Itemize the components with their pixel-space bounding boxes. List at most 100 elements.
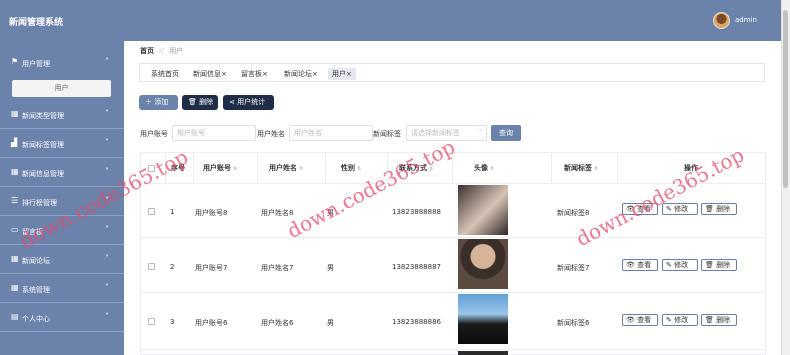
eye-icon: 👁 [626, 261, 638, 269]
column-header-account[interactable]: 用户账号 ⇅ [203, 153, 237, 183]
chevron-down-icon: ˅ [105, 138, 109, 147]
share-icon: ⋖ [229, 98, 238, 106]
sidebar-item-user-management[interactable]: ⚑ 用户管理 ˄ [0, 49, 124, 77]
app-title: 新闻管理系统 [9, 18, 64, 28]
edit-button[interactable]: ✎ 修改 [662, 259, 698, 271]
tag-filter-label: 新闻标签 [373, 130, 401, 138]
breadcrumb-home[interactable]: 首页 [140, 47, 154, 55]
avatar-image [458, 351, 508, 355]
row-checkbox[interactable] [148, 208, 155, 215]
row-gender: 男 [327, 264, 334, 272]
column-header-avatar[interactable]: 头像 ⇅ [474, 153, 494, 183]
list-icon: ☰ [11, 196, 19, 205]
edit-icon: ✎ [666, 316, 675, 324]
breadcrumb: 首页 // 用户 [140, 46, 183, 56]
name-filter-input[interactable]: 用户姓名 [289, 125, 373, 141]
chevron-down-icon: ˅ [105, 254, 109, 263]
sidebar-item-label: 个人中心 [22, 315, 50, 323]
sort-icon[interactable]: ⇅ [233, 166, 237, 172]
row-account: 用户账号7 [195, 264, 228, 272]
account-filter-label: 用户账号 [140, 130, 168, 138]
row-tag: 新闻标签7 [557, 264, 590, 272]
user-stats-button[interactable]: ⋖ 用户统计 [223, 95, 274, 110]
row-index: 1 [170, 208, 175, 216]
trash-icon: 🗑 [188, 98, 200, 106]
close-icon[interactable]: × [346, 70, 352, 78]
column-header-tag[interactable]: 新闻标签 ⇅ [564, 153, 598, 183]
search-button[interactable]: 查询 [491, 125, 521, 141]
edit-button[interactable]: ✎ 修改 [662, 314, 698, 326]
row-phone: 13823888888 [392, 208, 441, 216]
sidebar-subitem-user[interactable]: 用户 [12, 80, 111, 97]
tab-message-board[interactable]: 留言板× [241, 68, 268, 80]
delete-row-button[interactable]: 🗑 删除 [701, 259, 737, 271]
close-icon[interactable]: × [262, 70, 268, 78]
row-phone: 13823888886 [392, 318, 441, 326]
tabs-bar: 系统首页 新闻信息× 留言板× 新闻论坛× 用户× [139, 63, 765, 82]
chevron-down-icon: ˅ [105, 109, 109, 118]
sort-icon[interactable]: ⇅ [357, 166, 361, 172]
sidebar-item-news-info[interactable]: ▦ 新闻信息管理 ˅ [0, 159, 124, 187]
view-button[interactable]: 👁 查看 [622, 259, 658, 271]
sidebar-item-news-type[interactable]: ▦ 新闻类型管理 ˅ [0, 101, 124, 129]
add-button[interactable]: ＋ 添加 [139, 95, 178, 110]
sidebar-item-profile[interactable]: ▤ 个人中心 ˅ [0, 304, 124, 332]
grid-icon: ▦ [11, 283, 19, 292]
page-scrollbar-thumb[interactable] [783, 10, 788, 188]
sidebar-item-news-tag[interactable]: ▟ 新闻标签管理 ˅ [0, 130, 124, 158]
chevron-down-icon: ˅ [105, 312, 109, 321]
row-account: 用户账号6 [195, 319, 228, 327]
eye-icon: 👁 [626, 316, 638, 324]
row-name: 用户姓名6 [261, 319, 294, 327]
trash-icon: 🗑 [705, 205, 717, 213]
column-header-name[interactable]: 用户姓名 ⇅ [269, 153, 303, 183]
plus-icon: ＋ [145, 98, 155, 106]
top-header: 新闻管理系统 admin [0, 0, 781, 41]
sort-icon[interactable]: ⇅ [299, 166, 303, 172]
trash-icon: 🗑 [705, 316, 717, 324]
row-tag: 新闻标签6 [557, 319, 590, 327]
close-icon[interactable]: × [312, 70, 318, 78]
grid-icon: ▦ [11, 109, 19, 118]
sidebar-item-label: 新闻论坛 [22, 257, 50, 265]
sort-icon[interactable]: ⇅ [490, 166, 494, 172]
avatar-image [458, 185, 508, 235]
avatar-image [458, 239, 508, 289]
sidebar-item-label: 排行榜管理 [22, 199, 57, 207]
close-icon[interactable]: × [221, 70, 227, 78]
sidebar-item-forum[interactable]: ▦ 新闻论坛 ˅ [0, 246, 124, 274]
sidebar-item-label: 系统管理 [22, 286, 50, 294]
row-tag: 新闻标签8 [557, 209, 590, 217]
sidebar-item-system[interactable]: ▦ 系统管理 ˅ [0, 275, 124, 303]
row-name: 用户姓名8 [261, 209, 294, 217]
column-header-gender[interactable]: 性别 ⇅ [341, 153, 361, 183]
row-checkbox[interactable] [148, 263, 155, 270]
grid-icon: ▦ [11, 167, 19, 176]
user-name[interactable]: admin [735, 16, 757, 24]
trash-icon: 🗑 [705, 261, 717, 269]
row-checkbox[interactable] [148, 318, 155, 325]
account-filter-input[interactable]: 用户账号 [172, 125, 256, 141]
chevron-down-icon: ˅ [105, 283, 109, 292]
flag-icon: ⚑ [11, 57, 19, 66]
breadcrumb-separator: // [159, 47, 164, 55]
tab-user[interactable]: 用户× [328, 68, 356, 80]
sidebar-item-label: 用户管理 [22, 60, 50, 68]
name-filter-label: 用户姓名 [257, 130, 285, 138]
delete-row-button[interactable]: 🗑 删除 [701, 314, 737, 326]
tab-news-info[interactable]: 新闻信息× [193, 68, 227, 80]
sidebar-item-label: 新闻标签管理 [22, 141, 64, 149]
tab-home[interactable]: 系统首页 [151, 68, 179, 80]
view-button[interactable]: 👁 查看 [622, 314, 658, 326]
id-card-icon: ▤ [11, 312, 19, 321]
user-avatar[interactable] [713, 12, 730, 29]
chevron-up-icon: ˄ [105, 57, 109, 66]
tab-forum[interactable]: 新闻论坛× [284, 68, 318, 80]
sidebar-item-label: 新闻信息管理 [22, 170, 64, 178]
delete-row-button[interactable]: 🗑 删除 [701, 203, 737, 215]
delete-button[interactable]: 🗑 删除 [182, 95, 218, 110]
row-index: 3 [170, 318, 175, 326]
sort-icon[interactable]: ⇅ [594, 166, 598, 172]
row-account: 用户账号8 [195, 209, 228, 217]
grid-icon: ▦ [11, 254, 19, 263]
